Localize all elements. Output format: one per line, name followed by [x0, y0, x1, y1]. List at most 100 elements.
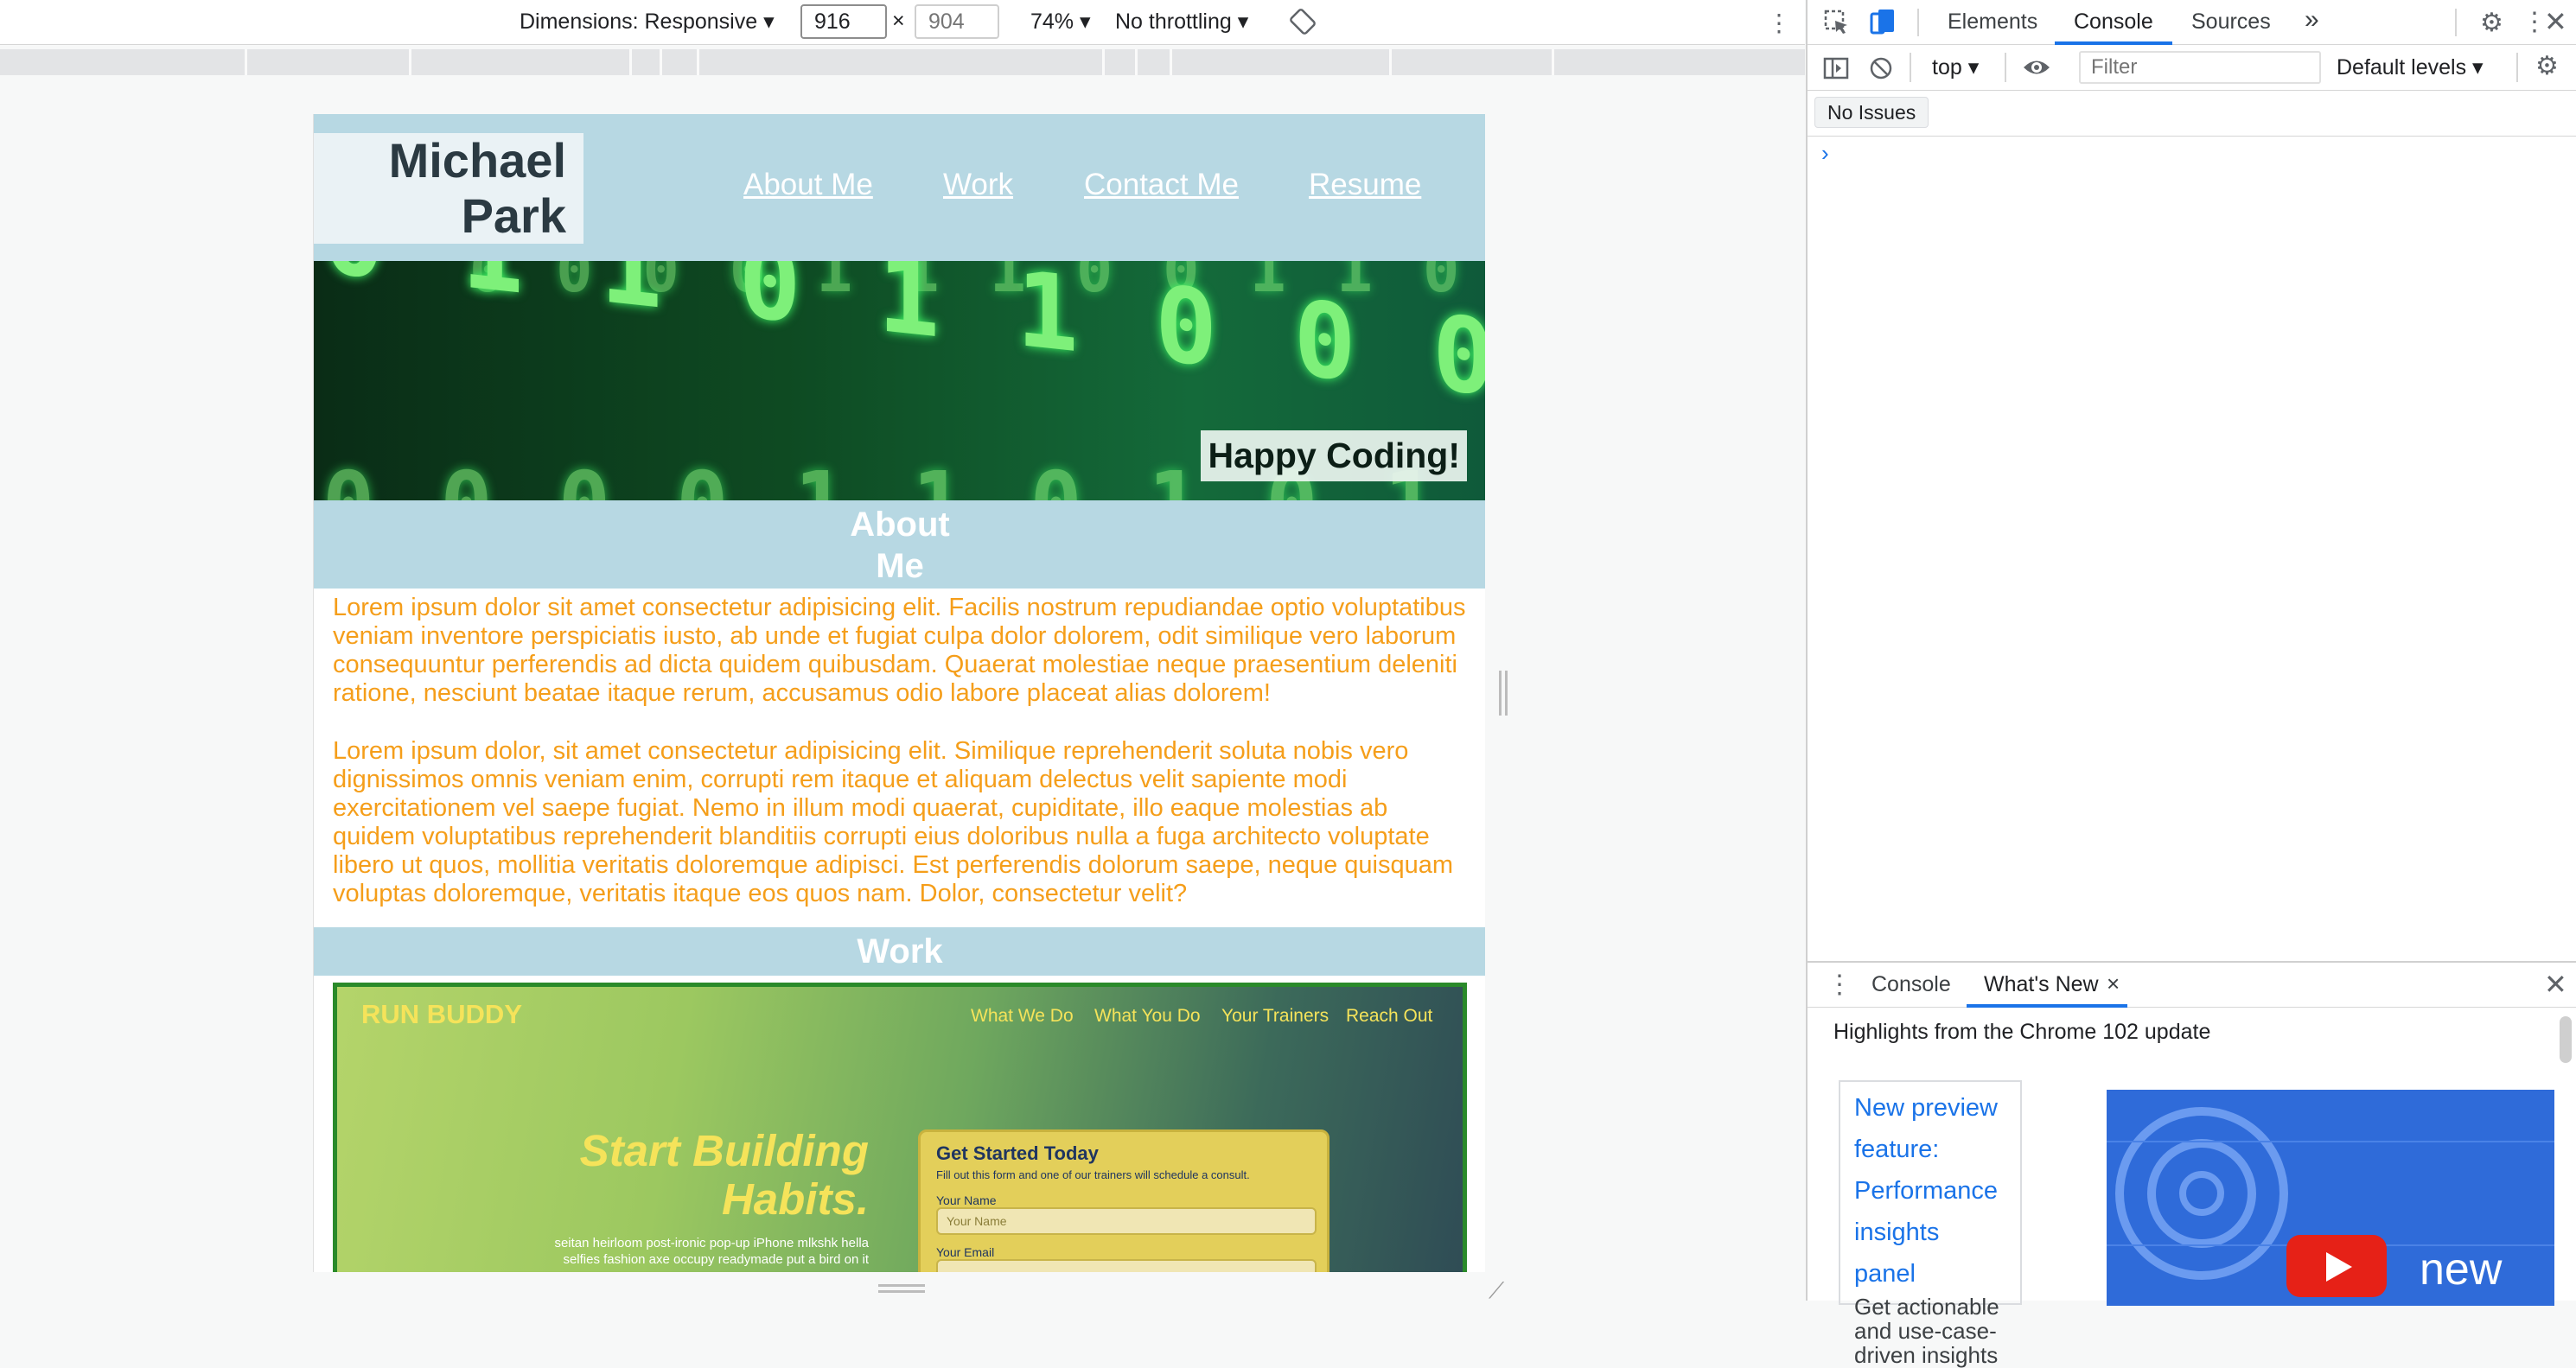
- console-toolbar: top ▾ Default levels ▾ ⚙: [1808, 46, 2576, 91]
- drawer-menu-icon[interactable]: ⋮: [1827, 970, 1852, 1000]
- height-input[interactable]: [915, 4, 999, 39]
- site-name: Michael Park: [314, 133, 583, 244]
- width-input[interactable]: [800, 4, 887, 39]
- nav-link-resume[interactable]: Resume: [1309, 168, 1421, 202]
- media-query-marker: [629, 49, 632, 75]
- nav-link-work[interactable]: Work: [943, 168, 1013, 202]
- inspect-element-icon[interactable]: [1823, 9, 1851, 36]
- close-drawer-icon[interactable]: ✕: [2544, 968, 2567, 1001]
- context-selector[interactable]: top ▾: [1932, 54, 1979, 80]
- drawer-scrollbar[interactable]: [2560, 1016, 2572, 1063]
- more-options-icon[interactable]: ⋮: [1767, 9, 1791, 37]
- log-levels-label: Default levels: [2337, 55, 2467, 80]
- tab-sources[interactable]: Sources: [2191, 10, 2271, 35]
- device-mode-area: Dimensions: Responsive ▾ × 74% ▾ No thro…: [0, 0, 1805, 1303]
- dropdown-arrow-icon: ▾: [2472, 55, 2484, 80]
- nav-link-contact[interactable]: Contact Me: [1084, 168, 1239, 202]
- about-paragraph: Lorem ipsum dolor sit amet consectetur a…: [333, 594, 1466, 707]
- project-card-run-buddy[interactable]: RUN BUDDY What We Do What You Do Your Tr…: [333, 983, 1467, 1272]
- active-tab-indicator: [2055, 41, 2172, 45]
- media-query-marker: [660, 49, 662, 75]
- hero-banner: 0 0 0 0 1 1 1 0 0 1 1 0 0 0 0 0 0 1 1 1 …: [314, 261, 1485, 500]
- device-toolbar: Dimensions: Responsive ▾ × 74% ▾ No thro…: [0, 0, 1805, 45]
- issues-bar: No Issues: [1808, 92, 2576, 137]
- form-subtitle: Fill out this form and one of our traine…: [936, 1168, 1250, 1181]
- devtools-tab-bar: Elements Console Sources » ⚙ ⋮ ✕: [1808, 0, 2576, 45]
- name-label: Your Name: [936, 1193, 997, 1207]
- run-buddy-nav-item[interactable]: Reach Out: [1346, 1006, 1432, 1027]
- name-field[interactable]: Your Name: [936, 1207, 1317, 1235]
- nav-link-about[interactable]: About Me: [743, 168, 873, 202]
- video-thumbnail[interactable]: new: [2107, 1090, 2554, 1306]
- site-name-line: Michael: [388, 133, 566, 188]
- run-buddy-nav-item[interactable]: Your Trainers: [1221, 1006, 1329, 1027]
- emulated-viewport[interactable]: Michael Park About Me Work Contact Me Re…: [313, 114, 1485, 1272]
- devtools-drawer: ⋮ Console What's New × ✕ Highlights from…: [1808, 961, 2576, 1367]
- toolbar-divider: [2516, 53, 2518, 82]
- run-buddy-subtext-line: selfies fashion axe occupy readymade put…: [563, 1252, 869, 1267]
- toolbar-divider: [2455, 9, 2457, 36]
- filter-input[interactable]: [2079, 51, 2321, 84]
- active-tab-indicator: [1967, 1004, 2127, 1008]
- clear-console-icon[interactable]: [1868, 55, 1894, 81]
- issues-counter-button[interactable]: No Issues: [1814, 97, 1929, 128]
- resize-handle-bottom[interactable]: [878, 1284, 925, 1293]
- media-query-marker: [245, 49, 247, 75]
- resize-corner-icon[interactable]: ⟋: [1489, 1277, 1504, 1305]
- whats-new-link[interactable]: New preview feature: Performance insight…: [1854, 1087, 2006, 1295]
- settings-gear-icon[interactable]: ⚙: [2480, 8, 2503, 38]
- media-query-marker: [697, 49, 699, 75]
- throttling-dropdown[interactable]: No throttling ▾: [1115, 9, 1248, 35]
- media-query-marker: [1102, 49, 1105, 75]
- close-tab-icon[interactable]: ×: [2107, 970, 2120, 997]
- zoom-label: 74%: [1030, 10, 1074, 34]
- live-expression-eye-icon[interactable]: [2022, 54, 2051, 80]
- run-buddy-subtext-line: seitan heirloom post-ironic pop-up iPhon…: [554, 1236, 869, 1250]
- tab-elements[interactable]: Elements: [1948, 10, 2037, 35]
- run-buddy-signup-form: Get Started Today Fill out this form and…: [918, 1129, 1329, 1272]
- run-buddy-nav-item[interactable]: What You Do: [1094, 1006, 1201, 1027]
- media-query-marker: [1135, 49, 1138, 75]
- video-title-text: new: [2420, 1244, 2503, 1295]
- more-tabs-icon[interactable]: »: [2305, 5, 2319, 35]
- console-settings-icon[interactable]: ⚙: [2535, 51, 2559, 81]
- toolbar-divider: [1917, 9, 1919, 36]
- whats-new-heading: Highlights from the Chrome 102 update: [1833, 1020, 2211, 1044]
- close-icon[interactable]: ✕: [2544, 5, 2567, 38]
- work-heading: Work: [314, 927, 1485, 976]
- dimensions-dropdown[interactable]: Dimensions: Responsive ▾: [520, 9, 775, 35]
- dropdown-arrow-icon: ▾: [1237, 10, 1249, 34]
- dimension-separator: ×: [892, 9, 905, 33]
- dropdown-arrow-icon: ▾: [763, 10, 775, 34]
- log-levels-dropdown[interactable]: Default levels ▾: [2337, 54, 2484, 80]
- drawer-tab-whats-new[interactable]: What's New: [1984, 972, 2099, 997]
- run-buddy-nav-item[interactable]: What We Do: [971, 1006, 1074, 1027]
- tab-console[interactable]: Console: [2074, 10, 2153, 35]
- media-query-marker: [1389, 49, 1392, 75]
- site-name-line: Park: [461, 188, 566, 243]
- sidebar-toggle-icon[interactable]: [1823, 56, 1849, 80]
- run-buddy-hero-subtext: seitan heirloom post-ironic pop-up iPhon…: [475, 1235, 869, 1268]
- drawer-tab-bar: ⋮ Console What's New × ✕: [1808, 963, 2576, 1008]
- console-prompt-icon[interactable]: ›: [1821, 140, 1829, 167]
- play-button-icon[interactable]: [2286, 1235, 2387, 1297]
- zoom-dropdown[interactable]: 74% ▾: [1030, 9, 1091, 35]
- rotate-icon[interactable]: [1290, 9, 1316, 35]
- form-title: Get Started Today: [936, 1142, 1099, 1164]
- email-label: Your Email: [936, 1245, 995, 1259]
- dropdown-arrow-icon: ▾: [1967, 55, 1980, 80]
- media-query-bar[interactable]: [0, 49, 1805, 75]
- email-field[interactable]: [936, 1259, 1317, 1272]
- run-buddy-hero-line: Habits.: [721, 1174, 869, 1224]
- toolbar-divider: [1910, 53, 1911, 82]
- dimensions-label: Dimensions: Responsive: [520, 10, 758, 34]
- media-query-marker: [1170, 49, 1172, 75]
- site-header: Michael Park About Me Work Contact Me Re…: [314, 114, 1485, 261]
- whats-new-description: Get actionable and use-case-driven insig…: [1854, 1294, 1999, 1368]
- resize-handle-right[interactable]: [1499, 671, 1508, 716]
- drawer-tab-console[interactable]: Console: [1871, 972, 1951, 997]
- context-label: top: [1932, 55, 1962, 80]
- device-toolbar-toggle-icon[interactable]: [1868, 7, 1897, 36]
- about-heading: About Me: [314, 500, 1485, 589]
- whats-new-card: New preview feature: Performance insight…: [1839, 1080, 2022, 1367]
